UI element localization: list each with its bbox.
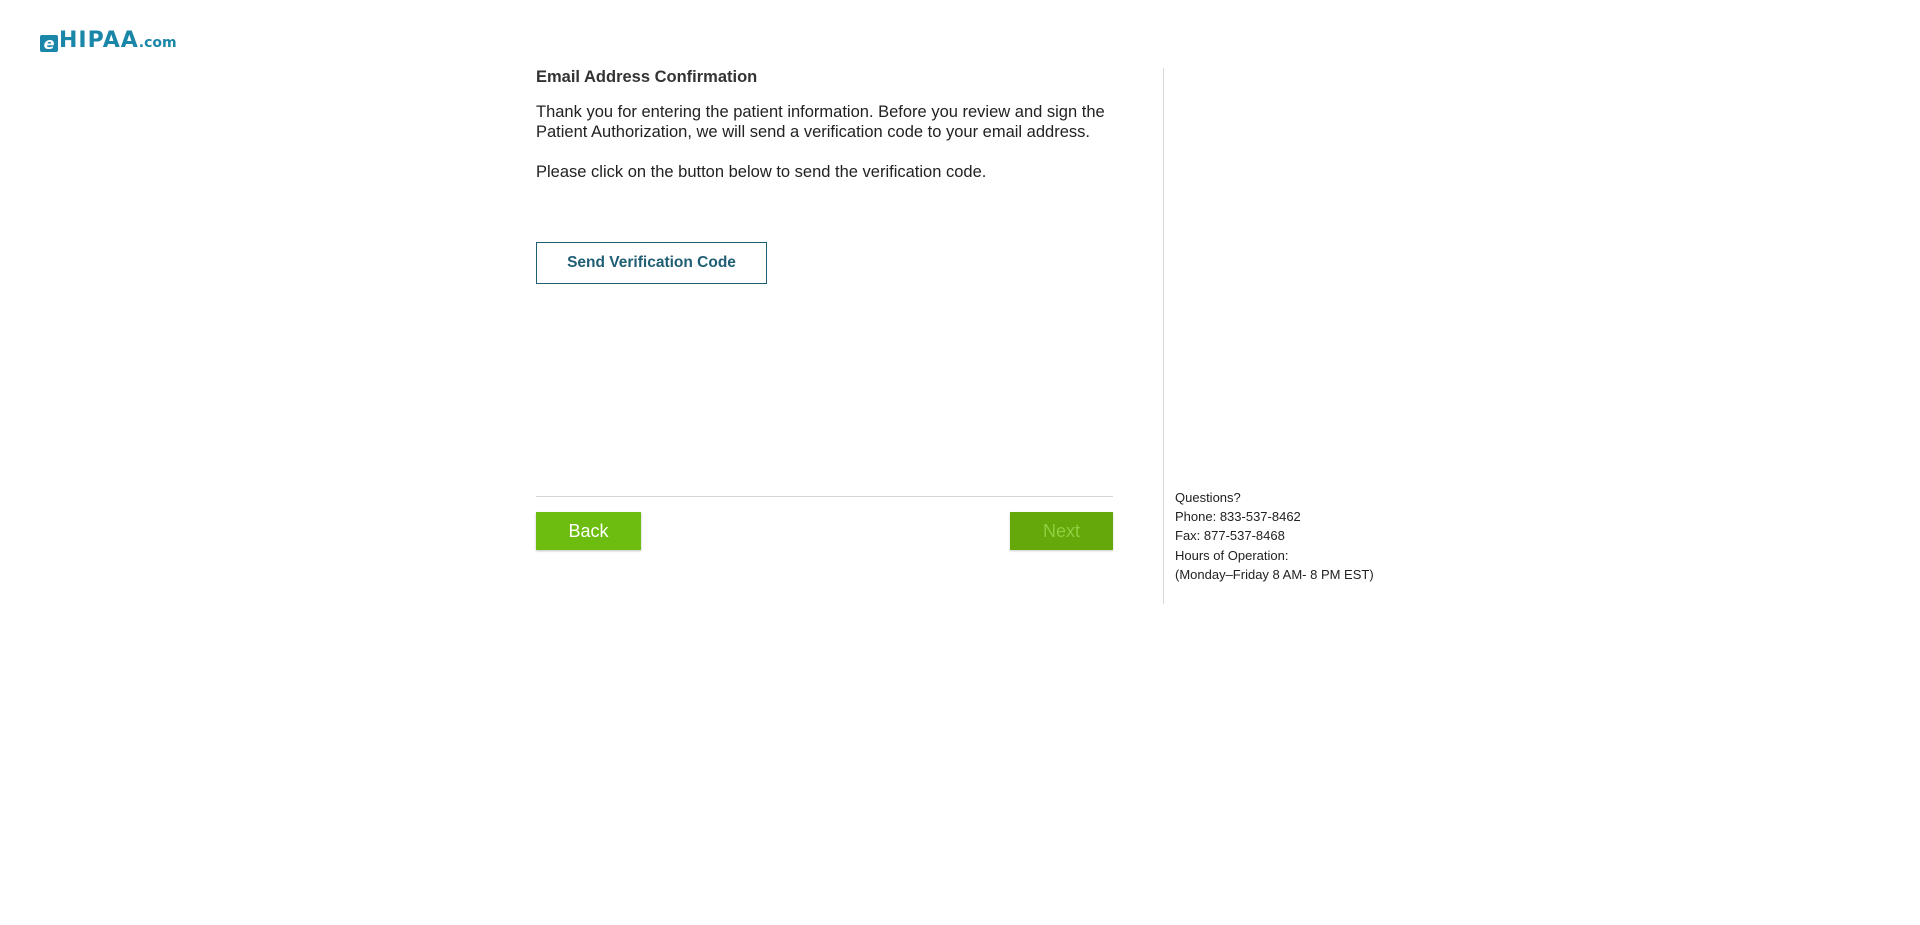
logo-e-mark: e bbox=[40, 35, 58, 52]
phone-text: Phone: 833-537-8462 bbox=[1175, 509, 1301, 525]
instruction-text: Please click on the button below to send… bbox=[536, 163, 987, 181]
sidebar-divider bbox=[1163, 68, 1164, 604]
questions-label: Questions? bbox=[1175, 490, 1241, 505]
next-button[interactable]: Next bbox=[1010, 512, 1113, 550]
back-button[interactable]: Back bbox=[536, 512, 641, 550]
fax-text: Fax: 877-537-8468 bbox=[1175, 528, 1285, 544]
logo-domain: .com bbox=[138, 35, 177, 51]
contact-sidebar: Questions? Phone: 833-537-8462 Fax: 877-… bbox=[1175, 488, 1374, 584]
ehipaa-logo[interactable]: e HIPAA .com bbox=[40, 28, 177, 53]
hours-text: (Monday–Friday 8 AM- 8 PM EST) bbox=[1175, 566, 1374, 582]
page-title: Email Address Confirmation bbox=[536, 68, 758, 86]
logo-wordmark: HIPAA bbox=[59, 28, 139, 53]
send-verification-code-button[interactable]: Send Verification Code bbox=[536, 242, 767, 284]
hours-label: Hours of Operation: bbox=[1175, 547, 1289, 563]
main-content: Email Address Confirmation Thank you for… bbox=[536, 68, 1113, 284]
intro-text: Thank you for entering the patient infor… bbox=[536, 103, 1105, 141]
footer-divider bbox=[536, 496, 1113, 497]
